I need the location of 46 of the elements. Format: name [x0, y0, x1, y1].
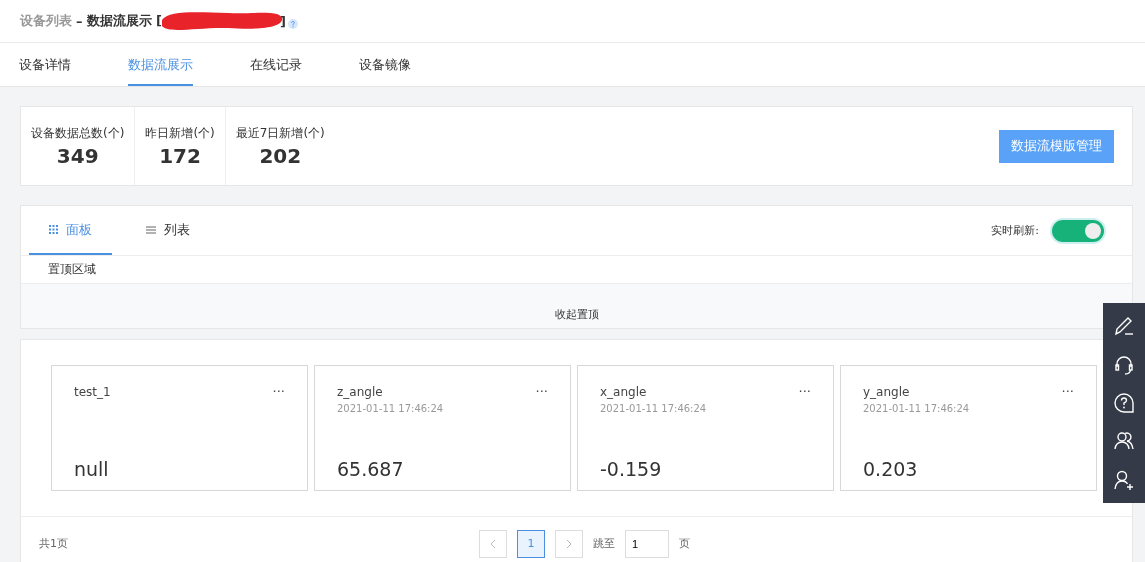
stream-name: z_angle	[337, 384, 383, 399]
stream-value: 0.203	[863, 458, 919, 480]
more-button[interactable]: ···	[798, 384, 811, 399]
tab[interactable]: 数据流展示	[128, 43, 193, 86]
tab[interactable]: 设备镜像	[359, 43, 411, 86]
stream-value: 65.687	[337, 458, 405, 480]
stream-value: null	[74, 458, 110, 480]
stat-label: 设备数据总数(个)	[31, 124, 125, 142]
stream-time: 2021-01-11 17:46:24	[863, 403, 971, 414]
chevron-right-icon	[566, 538, 572, 549]
pencil-icon[interactable]	[1113, 315, 1135, 338]
view-tab[interactable]: 列表	[126, 206, 210, 255]
grid-icon	[49, 225, 58, 234]
stream-name: test_1	[74, 384, 111, 399]
breadcrumb-current: ]	[279, 13, 286, 29]
stream-name: y_angle	[863, 384, 910, 399]
page-unit: 页	[679, 536, 690, 551]
view-tab[interactable]: 面板	[29, 206, 112, 255]
stat-value: 202	[259, 143, 302, 168]
page-input[interactable]: 1	[625, 529, 669, 558]
realtime-label: 实时刷新:	[991, 223, 1039, 238]
more-button[interactable]: ···	[272, 384, 285, 399]
headset-icon[interactable]	[1113, 353, 1135, 376]
stream-time: 2021-01-11 17:46:24	[600, 403, 708, 414]
more-button[interactable]: ···	[535, 384, 548, 399]
realtime-toggle[interactable]	[1052, 219, 1104, 242]
breadcrumb-current: 数据流展示 [	[86, 12, 162, 30]
tab[interactable]: 在线记录	[250, 43, 302, 86]
stream-value: -0.159	[600, 458, 663, 480]
list-icon	[146, 225, 156, 234]
help-icon[interactable]	[1113, 391, 1135, 414]
stat-value: 349	[56, 143, 99, 168]
page-total: 共1页	[39, 536, 68, 551]
more-button[interactable]: ···	[1061, 384, 1074, 399]
chevron-left-icon	[490, 538, 496, 549]
jump-label: 跳至	[593, 536, 615, 551]
stream-name: x_angle	[600, 384, 647, 399]
stat-value: 172	[159, 143, 201, 168]
pinned-area-title: 置顶区域	[48, 261, 96, 278]
stream-time: 2021-01-11 17:46:24	[337, 403, 445, 414]
breadcrumb-separator: –	[76, 13, 83, 29]
stat-label: 昨日新增(个)	[145, 124, 215, 142]
collapse-pinned-link[interactable]: 收起置顶	[554, 307, 599, 322]
stat-label: 最近7日新增(个)	[235, 124, 325, 142]
add-user-icon[interactable]	[1113, 468, 1135, 491]
tab[interactable]: 设备详情	[19, 43, 71, 86]
